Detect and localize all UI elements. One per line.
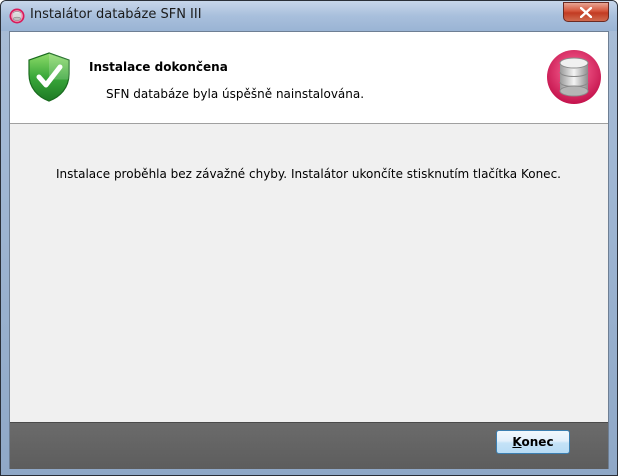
dialog-client-area: Instalace dokončena SFN databáze byla ús… xyxy=(9,31,609,469)
finish-button-label: onec xyxy=(521,435,554,449)
finish-button-accelerator: K xyxy=(512,435,522,449)
installer-window: Instalátor databáze SFN III Instalace do… xyxy=(0,0,618,476)
window-title: Instalátor databáze SFN III xyxy=(30,7,202,22)
finish-button[interactable]: Konec xyxy=(496,430,570,454)
header-subtitle: SFN databáze byla úspěšně nainstalována. xyxy=(106,87,365,101)
header-title: Instalace dokončena xyxy=(89,60,228,74)
content-panel: Instalace proběhla bez závažné chyby. In… xyxy=(10,124,608,422)
database-icon xyxy=(546,49,602,105)
completion-message: Instalace proběhla bez závažné chyby. In… xyxy=(56,167,561,181)
title-bar[interactable]: Instalátor databáze SFN III xyxy=(1,1,617,31)
header-panel: Instalace dokončena SFN databáze byla ús… xyxy=(10,32,608,124)
app-database-icon xyxy=(9,8,25,24)
close-icon xyxy=(580,7,592,18)
button-bar: Konec xyxy=(10,422,608,469)
close-button[interactable] xyxy=(563,2,609,22)
shield-check-icon xyxy=(27,52,71,102)
